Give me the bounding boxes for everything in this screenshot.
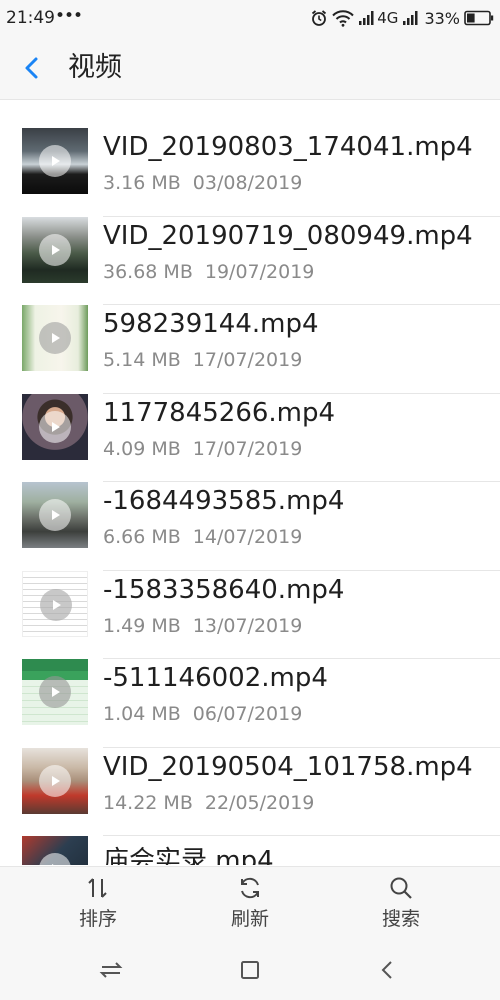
video-thumbnail xyxy=(22,836,88,865)
wifi-icon xyxy=(332,10,354,27)
video-thumbnail xyxy=(22,570,88,637)
signal-icon xyxy=(359,11,374,25)
play-icon xyxy=(40,588,72,621)
battery-icon xyxy=(464,10,494,26)
play-icon xyxy=(39,676,71,708)
list-item[interactable]: 庙会实录.mp4 xyxy=(0,809,500,865)
video-name: VID_20190504_101758.mp4 xyxy=(103,751,473,782)
notification-dots: ••• xyxy=(55,6,83,26)
list-item[interactable]: VID_20190504_101758.mp4 14.22 MB 22/05/20… xyxy=(0,721,500,836)
battery-percent: 33% xyxy=(424,8,460,28)
status-time: 21:49 xyxy=(6,8,55,28)
sort-button[interactable]: 排序 xyxy=(43,867,153,941)
status-icons: 4G 33% xyxy=(310,7,494,29)
video-thumbnail xyxy=(22,305,88,371)
video-name: 庙会实录.mp4 xyxy=(103,846,274,865)
video-name: VID_20190719_080949.mp4 xyxy=(103,220,473,251)
alarm-icon xyxy=(312,10,327,26)
list-item[interactable]: VID_20190803_174041.mp4 3.16 MB 03/08/201… xyxy=(0,101,500,217)
play-icon xyxy=(39,145,71,177)
back-arrow-icon xyxy=(381,961,392,979)
refresh-button[interactable]: 刷新 xyxy=(195,867,305,941)
switch-arrows-icon xyxy=(99,962,123,978)
app-header: 视频 xyxy=(0,36,500,100)
video-name: -511146002.mp4 xyxy=(103,663,328,693)
video-thumbnail xyxy=(22,128,88,194)
list-item[interactable]: -1583358640.mp4 1.49 MB 13/07/2019 xyxy=(0,544,500,659)
sort-icon xyxy=(88,878,107,898)
video-name: 598239144.mp4 xyxy=(103,309,319,339)
menu-nav-button[interactable] xyxy=(95,954,127,986)
video-thumbnail xyxy=(22,393,88,460)
video-name: VID_20190803_174041.mp4 xyxy=(103,132,473,162)
sort-label: 排序 xyxy=(78,908,117,930)
play-icon xyxy=(39,233,71,266)
play-icon xyxy=(39,322,71,354)
video-name: -1684493585.mp4 xyxy=(103,486,345,516)
list-item[interactable]: 1177845266.mp4 4.09 MB 17/07/2019 xyxy=(0,367,500,482)
play-icon xyxy=(39,853,71,865)
search-icon xyxy=(390,877,412,899)
list-item[interactable]: VID_20190719_080949.mp4 36.68 MB 19/07/20… xyxy=(0,190,500,305)
video-thumbnail xyxy=(22,216,88,283)
back-button[interactable] xyxy=(14,50,50,86)
refresh-label: 刷新 xyxy=(230,908,269,930)
list-item[interactable]: -1684493585.mp4 6.66 MB 14/07/2019 xyxy=(0,455,500,571)
signal-icon-2 xyxy=(403,11,418,25)
list-item[interactable]: -511146002.mp4 1.04 MB 06/07/2019 xyxy=(0,632,500,748)
video-list[interactable]: VID_20190803_174041.mp4 3.16 MB 03/08/201… xyxy=(0,101,500,865)
video-name: -1583358640.mp4 xyxy=(103,574,345,605)
bottom-toolbar: 排序 刷新 搜索 xyxy=(0,866,500,940)
play-icon xyxy=(39,499,71,531)
video-thumbnail xyxy=(22,659,88,725)
video-thumbnail xyxy=(22,482,88,548)
status-bar: 21:49 ••• 4G 33% xyxy=(0,0,500,36)
list-item[interactable]: 598239144.mp4 5.14 MB 17/07/2019 xyxy=(0,278,500,394)
home-square-icon xyxy=(241,961,259,979)
video-thumbnail xyxy=(22,747,88,814)
search-label: 搜索 xyxy=(381,908,420,930)
system-nav-bar xyxy=(0,940,500,1000)
play-icon xyxy=(39,764,71,797)
play-icon xyxy=(39,410,71,443)
chevron-left-icon xyxy=(25,57,38,79)
video-name: 1177845266.mp4 xyxy=(103,397,336,428)
search-button[interactable]: 搜索 xyxy=(346,867,456,941)
back-nav-button[interactable] xyxy=(372,954,404,986)
page-title: 视频 xyxy=(68,52,122,83)
network-type: 4G xyxy=(377,9,399,27)
refresh-icon xyxy=(241,877,259,899)
home-nav-button[interactable] xyxy=(234,954,266,986)
